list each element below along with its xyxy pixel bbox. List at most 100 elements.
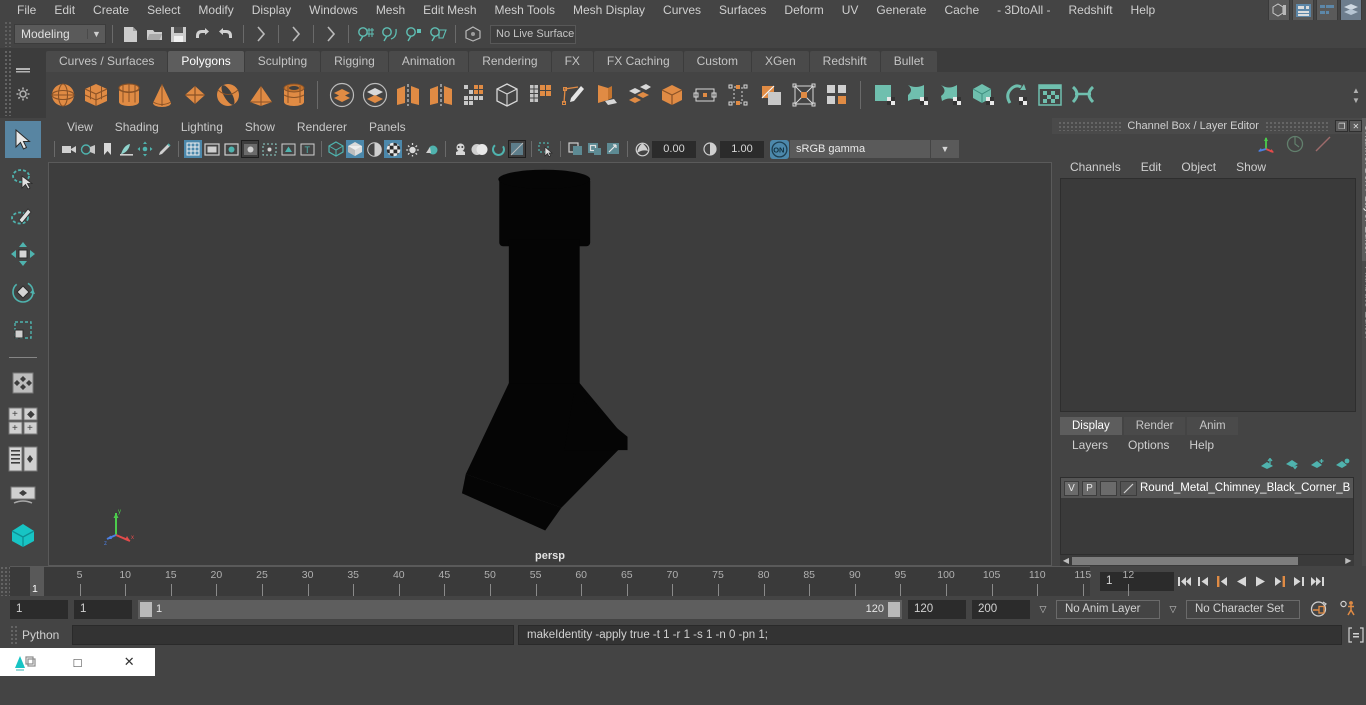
multisample-icon[interactable]: [508, 140, 526, 158]
four-view-layout-icon[interactable]: [5, 440, 41, 477]
step-forward-keyframe-icon[interactable]: [1290, 572, 1307, 591]
shelf-tab-xgen[interactable]: XGen: [751, 51, 809, 72]
shelf-tab-rendering[interactable]: Rendering: [469, 51, 551, 72]
shelf-tab-rigging[interactable]: Rigging: [321, 51, 388, 72]
live-surface-field[interactable]: No Live Surface: [490, 24, 576, 44]
snap-grid-icon[interactable]: [355, 23, 377, 45]
panel-menu-panels[interactable]: Panels: [358, 120, 417, 134]
save-scene-icon[interactable]: [167, 23, 189, 45]
uv-editor-icon[interactable]: [1033, 79, 1066, 112]
shelf-tab-polygons[interactable]: Polygons: [168, 51, 244, 72]
channel-menu-object[interactable]: Object: [1171, 160, 1226, 174]
shelf-tab-bullet[interactable]: Bullet: [880, 51, 937, 72]
two-d-pan-zoom-icon[interactable]: [136, 140, 154, 158]
character-set-dropdown-arrow[interactable]: ▽: [1166, 604, 1180, 615]
select-camera-icon[interactable]: [60, 140, 78, 158]
reduce-icon[interactable]: [523, 79, 556, 112]
menu-item-help[interactable]: Help: [1122, 0, 1165, 20]
shelf-tab-fx-caching[interactable]: FX Caching: [593, 51, 683, 72]
poly-cone-icon[interactable]: [145, 79, 178, 112]
isolate-select-icon[interactable]: [537, 140, 555, 158]
channel-menu-channels[interactable]: Channels: [1060, 160, 1131, 174]
move-axis-icon[interactable]: [1256, 135, 1276, 156]
step-back-frame-icon[interactable]: [1214, 572, 1231, 591]
menu-item-file[interactable]: File: [8, 0, 45, 20]
menu-item-mesh-display[interactable]: Mesh Display: [564, 0, 654, 20]
uv-planar-icon[interactable]: [868, 79, 901, 112]
shelf-grip[interactable]: [4, 50, 11, 116]
film-origin-icon[interactable]: [260, 140, 278, 158]
attribute-editor-icon[interactable]: [1292, 0, 1314, 21]
play-backwards-icon[interactable]: [1233, 572, 1250, 591]
menu-set-selector[interactable]: Modeling ▼: [14, 24, 106, 44]
panel-grip[interactable]: [1058, 121, 1122, 131]
shelf-tab-redshift[interactable]: Redshift: [809, 51, 880, 72]
menu-item-modify[interactable]: Modify: [189, 0, 242, 20]
snap-view-plane-icon[interactable]: [427, 23, 449, 45]
uv-unfold-icon[interactable]: [1000, 79, 1033, 112]
grid-toggle-icon[interactable]: [184, 140, 202, 158]
layer-list[interactable]: V P Round_Metal_Chimney_Black_Corner_B: [1060, 477, 1355, 555]
motion-blur-icon[interactable]: [489, 140, 507, 158]
auto-keyframe-icon[interactable]: [1306, 600, 1330, 618]
anim-layer-select[interactable]: No Anim Layer: [1056, 599, 1160, 619]
poly-plane-icon[interactable]: [178, 79, 211, 112]
new-scene-icon[interactable]: [119, 23, 141, 45]
layer-tab-render[interactable]: Render: [1123, 417, 1186, 435]
mirror-icon[interactable]: [424, 79, 457, 112]
maximize-icon[interactable]: □: [52, 655, 104, 670]
command-input[interactable]: [72, 625, 514, 645]
select-by-hierarchy-icon[interactable]: [250, 23, 272, 45]
panel-grip-right[interactable]: [1264, 121, 1329, 131]
layer-tab-display[interactable]: Display: [1060, 417, 1122, 435]
gamma-field[interactable]: 1.00: [720, 140, 764, 158]
title-safe-icon[interactable]: T: [298, 140, 316, 158]
range-slider-right-handle[interactable]: [888, 601, 900, 617]
make-live-icon[interactable]: [462, 23, 484, 45]
poly-pyramid-icon[interactable]: [244, 79, 277, 112]
poly-cube-icon[interactable]: [79, 79, 112, 112]
wireframe-icon[interactable]: [327, 140, 345, 158]
camera-attributes-icon[interactable]: [79, 140, 97, 158]
scale-manip-icon[interactable]: [1314, 135, 1332, 156]
animation-start-time-field[interactable]: 1: [10, 599, 68, 619]
shaded-wireframe-icon[interactable]: [365, 140, 383, 158]
select-by-component-icon[interactable]: [320, 23, 342, 45]
shelf-tab-menu-icon[interactable]: [15, 63, 31, 77]
shelf-scroll-buttons[interactable]: ▲ ▼: [1348, 72, 1364, 118]
exposure-field[interactable]: 0.00: [652, 140, 696, 158]
select-tool-icon[interactable]: [5, 121, 41, 158]
character-set-select[interactable]: No Character Set: [1186, 599, 1300, 619]
move-layer-down-icon[interactable]: [1285, 458, 1300, 473]
layer-color-swatch[interactable]: [1100, 480, 1117, 496]
undo-icon[interactable]: [191, 23, 213, 45]
layer-visibility-toggle[interactable]: V: [1064, 480, 1079, 496]
smooth-shade-icon[interactable]: [346, 140, 364, 158]
current-frame-field[interactable]: 1: [1100, 571, 1174, 591]
bookmark-icon[interactable]: [98, 140, 116, 158]
go-to-start-icon[interactable]: [1176, 572, 1193, 591]
xray-active-components-icon[interactable]: [604, 140, 622, 158]
panel-menu-view[interactable]: View: [56, 120, 104, 134]
multi-cut-icon[interactable]: [787, 79, 820, 112]
viewport-3d[interactable]: z x y persp: [48, 162, 1052, 566]
scroll-left-icon[interactable]: ◀: [1060, 556, 1072, 565]
append-to-polygon-icon[interactable]: [688, 79, 721, 112]
uv-automatic-icon[interactable]: [967, 79, 1000, 112]
channel-box-icon[interactable]: [1340, 0, 1362, 21]
move-tool-icon[interactable]: [5, 235, 41, 272]
shelf-tab-custom[interactable]: Custom: [683, 51, 751, 72]
shadows-icon[interactable]: [451, 140, 469, 158]
persp-outliner-layout-icon[interactable]: [5, 478, 41, 515]
uv-spherical-icon[interactable]: [934, 79, 967, 112]
range-slider[interactable]: 1 120: [138, 599, 902, 619]
range-slider-left-handle[interactable]: [140, 601, 152, 617]
playback-end-time-field[interactable]: 120: [908, 599, 966, 619]
gate-mask-icon[interactable]: [241, 140, 259, 158]
view-transform-select[interactable]: sRGB gamma: [790, 140, 930, 158]
side-tab-channel-box[interactable]: Channel Box / Layer Editor: [1362, 118, 1366, 261]
layer-menu-options[interactable]: Options: [1118, 438, 1179, 452]
shelf-tab-animation[interactable]: Animation: [388, 51, 469, 72]
extrude-icon[interactable]: [589, 79, 622, 112]
play-forwards-icon[interactable]: [1252, 572, 1269, 591]
